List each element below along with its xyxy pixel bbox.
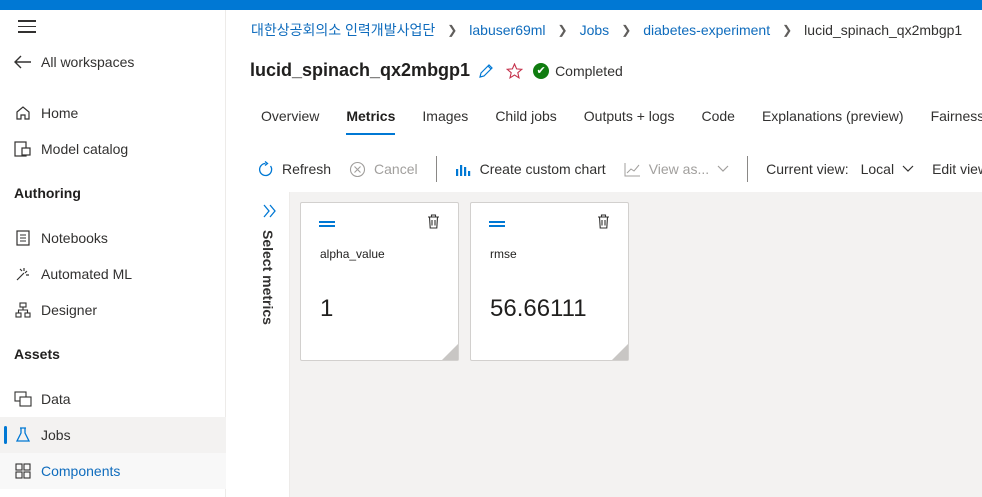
view-as-dropdown[interactable]: View as... [624, 161, 729, 177]
tab-images[interactable]: Images [422, 108, 468, 135]
tab-outputs-logs[interactable]: Outputs + logs [584, 108, 675, 135]
sidebar: All workspaces Home Model catalog Author… [0, 10, 226, 497]
sidebar-item-label: Data [41, 391, 71, 407]
metric-value: 1 [320, 295, 334, 322]
toolbar-divider [435, 156, 437, 182]
sidebar-item-label: Home [41, 105, 79, 121]
sidebar-item-label: Components [41, 463, 121, 479]
tab-code[interactable]: Code [701, 108, 734, 135]
drag-handle-icon[interactable] [319, 221, 335, 227]
trash-icon[interactable] [427, 214, 440, 234]
cancel-label: Cancel [374, 161, 418, 177]
notebook-icon [13, 228, 33, 248]
data-icon [13, 389, 33, 409]
flask-icon [13, 425, 33, 445]
chevron-right-icon: ❯ [557, 23, 568, 37]
edit-pencil-icon[interactable] [478, 63, 494, 79]
sidebar-item-label: Designer [41, 302, 98, 318]
create-custom-chart-button[interactable]: Create custom chart [455, 161, 606, 177]
metric-card: alpha_value 1 [300, 202, 459, 361]
sidebar-item-notebooks[interactable]: Notebooks [0, 220, 226, 256]
section-assets: Assets [14, 346, 60, 362]
designer-icon [13, 300, 33, 320]
breadcrumb-workspace[interactable]: labuser69ml [469, 22, 545, 38]
current-view-dropdown[interactable]: Local [861, 161, 914, 177]
favorite-star-icon[interactable] [506, 62, 524, 79]
sidebar-item-label: Model catalog [41, 141, 129, 157]
top-accent-bar [0, 0, 982, 10]
sidebar-item-designer[interactable]: Designer [0, 292, 226, 328]
breadcrumb: 대한상공회의소 인력개발사업단 ❯ labuser69ml ❯ Jobs ❯ d… [251, 20, 962, 40]
chevron-right-icon: ❯ [621, 23, 632, 37]
tab-overview[interactable]: Overview [261, 108, 319, 135]
sidebar-item-data[interactable]: Data [0, 381, 226, 417]
create-custom-chart-label: Create custom chart [479, 161, 606, 177]
breadcrumb-jobs[interactable]: Jobs [580, 22, 610, 38]
cancel-circle-icon [349, 161, 366, 178]
breadcrumb-workspace-group[interactable]: 대한상공회의소 인력개발사업단 [251, 20, 435, 40]
hamburger-menu-icon[interactable] [18, 20, 36, 34]
status-text: Completed [555, 62, 623, 79]
resize-handle-icon[interactable] [442, 344, 458, 360]
metric-name: alpha_value [320, 247, 385, 261]
tab-explanations[interactable]: Explanations (preview) [762, 108, 904, 135]
tab-bar: Overview Metrics Images Child jobs Outpu… [261, 108, 982, 135]
trash-icon[interactable] [597, 214, 610, 234]
select-metrics-panel[interactable]: Select metrics [250, 192, 290, 497]
breadcrumb-experiment[interactable]: diabetes-experiment [643, 22, 770, 38]
refresh-icon [257, 160, 274, 178]
all-workspaces-label: All workspaces [41, 54, 135, 70]
command-bar: Refresh Cancel Create custom chart View … [257, 156, 982, 182]
chevron-down-icon [902, 165, 914, 173]
sidebar-item-label: Notebooks [41, 230, 108, 246]
home-icon [13, 103, 33, 123]
current-view-label: Current view: [766, 161, 849, 177]
metric-card: rmse 56.66111 [470, 202, 629, 361]
bar-chart-icon [455, 162, 472, 177]
line-chart-icon [624, 162, 641, 177]
tab-fairness[interactable]: Fairness [931, 108, 982, 135]
sidebar-item-home[interactable]: Home [0, 95, 226, 131]
status-badge: ✔ Completed [533, 62, 623, 79]
resize-handle-icon[interactable] [612, 344, 628, 360]
sidebar-item-model-catalog[interactable]: Model catalog [0, 131, 226, 167]
back-arrow-icon [13, 52, 33, 72]
chevron-down-icon [717, 165, 729, 173]
sidebar-item-automated-ml[interactable]: Automated ML [0, 256, 226, 292]
toolbar-divider [747, 156, 749, 182]
metric-value: 56.66111 [490, 295, 587, 322]
all-workspaces-link[interactable]: All workspaces [0, 44, 226, 80]
sidebar-item-jobs[interactable]: Jobs [0, 417, 226, 453]
double-chevron-right-icon[interactable] [262, 204, 278, 223]
metrics-canvas: Select metrics alpha_value 1 rmse 56.661… [250, 192, 982, 497]
chevron-right-icon: ❯ [782, 23, 793, 37]
title-row: lucid_spinach_qx2mbgp1 ✔ Completed [250, 60, 623, 81]
refresh-button[interactable]: Refresh [257, 160, 332, 178]
tab-child-jobs[interactable]: Child jobs [495, 108, 556, 135]
drag-handle-icon[interactable] [489, 221, 505, 227]
view-as-label: View as... [648, 161, 710, 177]
select-metrics-label: Select metrics [260, 230, 276, 325]
current-view-value: Local [860, 161, 895, 177]
automl-icon [13, 264, 33, 284]
edit-view-button[interactable]: Edit view [932, 161, 982, 177]
refresh-label: Refresh [282, 161, 332, 177]
cancel-button[interactable]: Cancel [349, 161, 418, 178]
components-icon [13, 461, 33, 481]
sidebar-item-label: Automated ML [41, 266, 133, 282]
metric-name: rmse [490, 247, 517, 261]
tab-metrics[interactable]: Metrics [346, 108, 396, 135]
check-circle-icon: ✔ [533, 62, 550, 79]
section-authoring: Authoring [14, 185, 81, 201]
chevron-right-icon: ❯ [447, 23, 458, 37]
sidebar-item-components[interactable]: Components [0, 453, 226, 489]
main-content: 대한상공회의소 인력개발사업단 ❯ labuser69ml ❯ Jobs ❯ d… [227, 10, 982, 497]
sidebar-item-label: Jobs [41, 427, 71, 443]
page-title: lucid_spinach_qx2mbgp1 [250, 60, 471, 80]
model-catalog-icon [13, 139, 33, 159]
breadcrumb-current-job: lucid_spinach_qx2mbgp1 [804, 22, 963, 38]
